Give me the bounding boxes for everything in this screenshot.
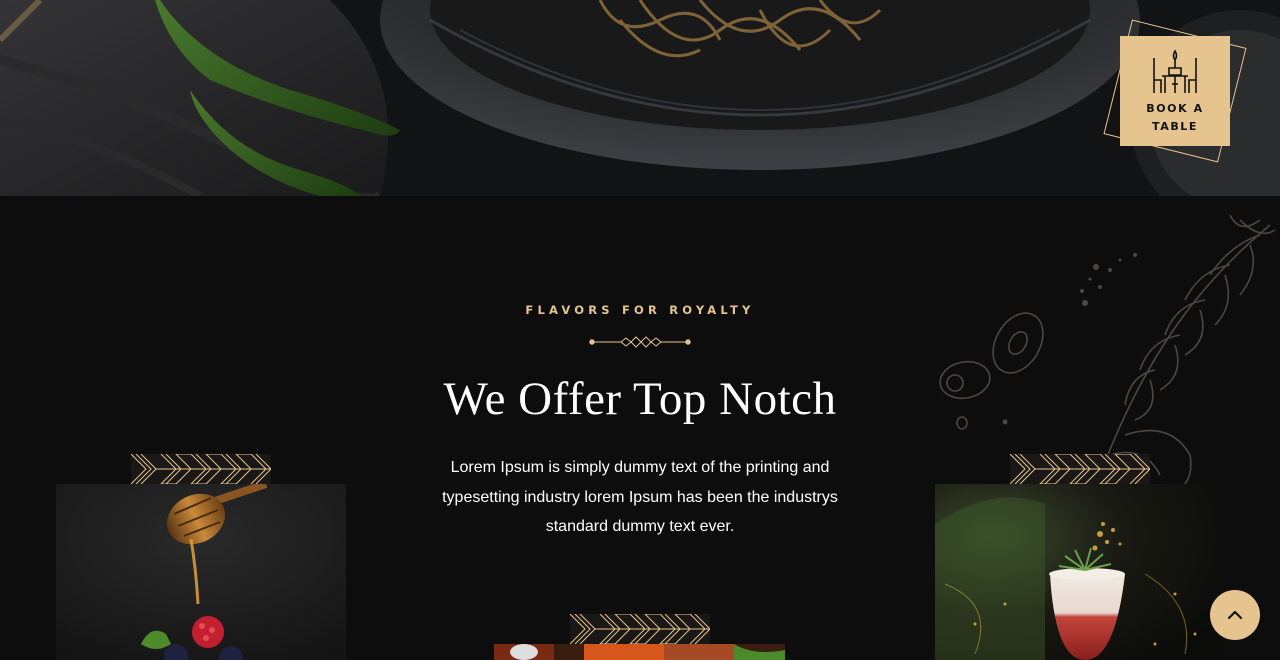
honey-dipper-image xyxy=(56,484,346,660)
hero-food-illustration xyxy=(0,0,1280,196)
food-card-dish[interactable] xyxy=(494,644,785,660)
section-title: We Offer Top Notch xyxy=(443,373,837,425)
section-description: Lorem Ipsum is simply dummy text of the … xyxy=(442,459,838,535)
dining-table-icon xyxy=(1153,49,1197,93)
food-card-cocktail[interactable] xyxy=(935,484,1224,660)
section-eyebrow: FLAVORS FOR ROYALTY xyxy=(525,303,755,317)
ornament-divider xyxy=(589,336,691,348)
book-a-table-label: BOOK A TABLE xyxy=(1146,102,1204,133)
plated-dish-image xyxy=(494,644,785,660)
food-card-honey[interactable] xyxy=(56,484,346,660)
card-top-pattern xyxy=(570,614,710,644)
botanical-sketch-decoration xyxy=(939,215,1276,495)
book-a-table-button[interactable]: BOOK A TABLE xyxy=(1120,36,1230,146)
cocktail-image xyxy=(935,484,1224,660)
chevron-up-icon xyxy=(1227,610,1243,620)
book-a-table-widget[interactable]: BOOK A TABLE xyxy=(1103,19,1247,163)
card-top-pattern xyxy=(1010,454,1150,484)
hero-banner-image xyxy=(0,0,1280,196)
scroll-to-top-button[interactable] xyxy=(1210,590,1260,640)
card-top-pattern xyxy=(131,454,271,484)
